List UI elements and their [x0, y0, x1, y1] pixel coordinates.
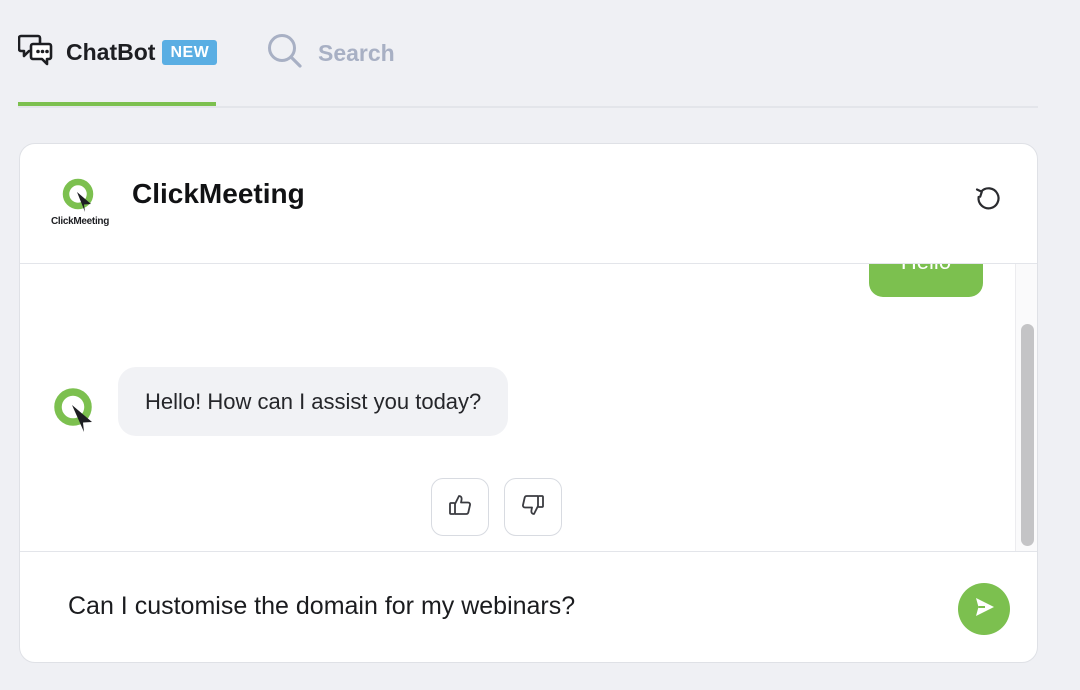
message-composer [20, 552, 1037, 662]
user-message: Hello [869, 264, 983, 297]
send-button[interactable] [958, 583, 1010, 635]
bot-avatar [52, 386, 98, 432]
clickmeeting-logo: ClickMeeting [48, 178, 112, 230]
tab-search[interactable]: Search [266, 0, 395, 106]
send-icon [972, 595, 996, 624]
chat-bubbles-icon [17, 32, 54, 73]
message-list: Hello Hello! How can I assist you today? [20, 264, 1037, 552]
like-button[interactable] [431, 478, 489, 536]
logo-text: ClickMeeting [50, 216, 110, 227]
scrollbar-thumb[interactable] [1021, 324, 1034, 546]
chat-window: ClickMeeting ClickMeeting Hello Hello! H… [19, 143, 1038, 663]
tab-search-label: Search [318, 39, 395, 66]
thumbs-down-icon [520, 492, 546, 523]
tab-chatbot[interactable]: ChatBot NEW [17, 0, 218, 106]
page-title: ClickMeeting [132, 178, 305, 209]
chat-header: ClickMeeting ClickMeeting [20, 144, 1037, 264]
chat-input[interactable] [56, 582, 936, 630]
dislike-button[interactable] [504, 478, 562, 536]
search-icon [266, 32, 304, 75]
tab-bar: ChatBot NEW Search [17, 0, 1038, 108]
reset-chat-button[interactable] [973, 186, 1003, 216]
thumbs-up-icon [447, 492, 473, 523]
refresh-icon [974, 185, 1002, 218]
new-badge: NEW [162, 39, 218, 65]
scrollbar[interactable] [1015, 264, 1037, 551]
bot-message: Hello! How can I assist you today? [118, 367, 509, 436]
tab-chatbot-label: ChatBot [66, 38, 156, 65]
